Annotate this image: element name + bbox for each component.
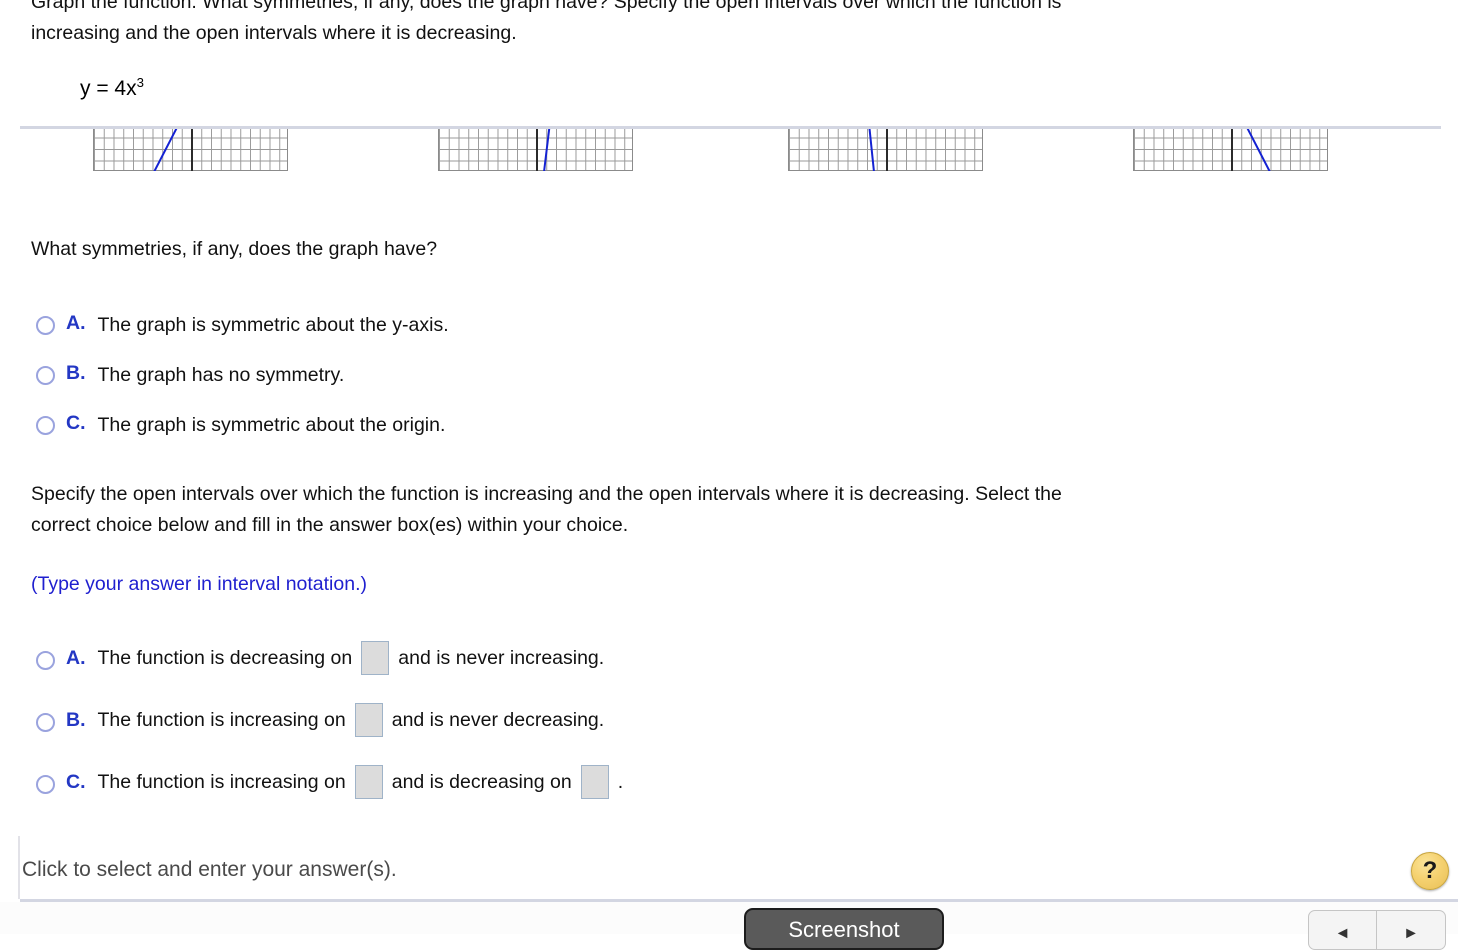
function-curve: [1246, 129, 1271, 171]
choice-label: The function is decreasing on and is nev…: [97, 641, 605, 675]
choice-2-b[interactable]: B. The function is increasing on and is …: [36, 689, 623, 751]
choice-2-a[interactable]: A. The function is decreasing on and is …: [36, 627, 623, 689]
answer-input-box-2[interactable]: [580, 765, 609, 799]
choice-letter: B.: [66, 362, 86, 384]
radio-icon[interactable]: [36, 712, 55, 732]
graph-choice-b[interactable]: -36: [438, 129, 633, 171]
function-curve: [153, 129, 178, 171]
graph-choice-a[interactable]: -10: [93, 129, 288, 171]
choice-text-part-1: The function is decreasing on: [97, 647, 353, 669]
bottom-strip: [0, 902, 1458, 934]
equation-base: y = 4x: [80, 77, 137, 100]
graph-choice-row: -10 -36 -36 -10: [0, 129, 1458, 174]
graph-plot-a: -10: [93, 129, 288, 171]
question-2-line-2: correct choice below and fill in the ans…: [31, 514, 629, 536]
graph-plot-c: -36: [788, 129, 983, 171]
choice-1-c[interactable]: C. The graph is symmetric about the orig…: [36, 412, 449, 462]
previous-button[interactable]: ◄: [1308, 910, 1377, 950]
choice-text-part-2: and is decreasing on: [391, 771, 572, 793]
graph-plot-d: -10: [1133, 129, 1328, 171]
function-curve: [543, 129, 551, 171]
choice-label: The function is increasing on and is dec…: [97, 765, 624, 799]
question-1-choices: A. The graph is symmetric about the y-ax…: [36, 312, 449, 462]
graph-plot-b: -36: [438, 129, 633, 171]
screenshot-button[interactable]: Screenshot: [744, 908, 944, 950]
choice-text-part-2: and is never decreasing.: [391, 709, 605, 731]
equation-exponent: 3: [136, 75, 144, 90]
status-message: Click to select and enter your answer(s)…: [22, 858, 397, 881]
choice-2-c[interactable]: C. The function is increasing on and is …: [36, 751, 623, 813]
exercise-prompt: Graph the function. What symmetries, if …: [31, 0, 1421, 49]
graph-choice-c[interactable]: -36: [788, 129, 983, 171]
choice-letter: A.: [66, 646, 86, 669]
nav-button-group: ◄ ►: [1308, 910, 1446, 950]
radio-icon[interactable]: [36, 366, 55, 385]
choice-1-a[interactable]: A. The graph is symmetric about the y-ax…: [36, 312, 449, 362]
question-2-line-1: Specify the open intervals over which th…: [31, 483, 1062, 505]
function-equation: y = 4x3: [80, 75, 144, 100]
question-2-text: Specify the open intervals over which th…: [31, 479, 1421, 541]
choice-text-part-1: The function is increasing on: [97, 771, 346, 793]
next-button[interactable]: ►: [1377, 910, 1446, 950]
question-2-choices: A. The function is decreasing on and is …: [36, 627, 623, 813]
choice-label: The graph is symmetric about the y-axis.: [97, 314, 449, 336]
answer-input-box-1[interactable]: [354, 703, 383, 737]
answer-input-box-1[interactable]: [361, 641, 390, 675]
choice-text-part-3: .: [617, 771, 624, 793]
radio-icon[interactable]: [36, 316, 55, 335]
choice-1-b[interactable]: B. The graph has no symmetry.: [36, 362, 449, 412]
choice-label: The function is increasing on and is nev…: [97, 703, 605, 737]
prompt-line-2: increasing and the open intervals where …: [31, 22, 517, 44]
choice-text-part-2: and is never increasing.: [398, 647, 605, 669]
help-button[interactable]: ?: [1411, 852, 1449, 890]
choice-letter: B.: [66, 708, 86, 731]
radio-icon[interactable]: [36, 650, 55, 670]
question-1-text: What symmetries, if any, does the graph …: [31, 238, 438, 260]
graph-choice-d[interactable]: -10: [1133, 129, 1328, 171]
question-2-note: (Type your answer in interval notation.): [31, 573, 367, 595]
choice-letter: C.: [66, 770, 86, 793]
prompt-line-1: Graph the function. What symmetries, if …: [31, 0, 1062, 13]
choice-label: The graph has no symmetry.: [97, 364, 345, 386]
choice-text-part-1: The function is increasing on: [97, 709, 346, 731]
status-left-edge: [18, 836, 20, 899]
choice-letter: A.: [66, 312, 86, 334]
radio-icon[interactable]: [36, 416, 55, 435]
radio-icon[interactable]: [36, 774, 55, 794]
answer-input-box-1[interactable]: [354, 765, 383, 799]
function-curve: [868, 129, 875, 171]
choice-letter: C.: [66, 412, 86, 434]
choice-label: The graph is symmetric about the origin.: [97, 414, 446, 436]
